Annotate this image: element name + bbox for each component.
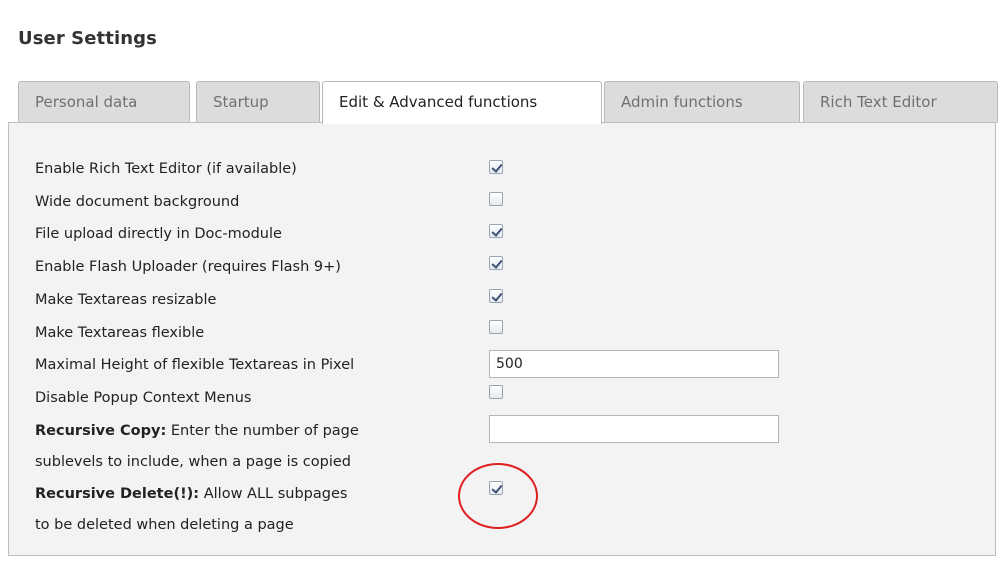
disable-popup-label: Disable Popup Context Menus xyxy=(35,390,252,406)
user-settings-page: User Settings Personal data Startup Edit… xyxy=(0,0,998,563)
highlight-circle-annotation xyxy=(458,463,538,529)
flash-uploader-checkbox[interactable] xyxy=(489,256,503,270)
max-height-label: Maximal Height of flexible Textareas in … xyxy=(35,357,355,373)
flash-uploader-label: Enable Flash Uploader (requires Flash 9+… xyxy=(35,259,341,275)
recursive-copy-label-rest: Enter the number of page xyxy=(166,423,359,439)
tab-startup[interactable]: Startup xyxy=(196,81,320,123)
tab-personal-data[interactable]: Personal data xyxy=(18,81,190,123)
enable-rte-checkbox[interactable] xyxy=(489,160,503,174)
wide-background-label: Wide document background xyxy=(35,194,240,210)
textareas-flexible-checkbox[interactable] xyxy=(489,320,503,334)
disable-popup-checkbox[interactable] xyxy=(489,385,503,399)
recursive-delete-label-rest: Allow ALL subpages xyxy=(199,486,348,502)
textareas-resizable-checkbox[interactable] xyxy=(489,289,503,303)
file-upload-doc-label: File upload directly in Doc-module xyxy=(35,226,282,242)
recursive-copy-label-bold: Recursive Copy: xyxy=(35,423,167,439)
settings-panel: Enable Rich Text Editor (if available) W… xyxy=(8,122,996,556)
tab-rich-text-editor[interactable]: Rich Text Editor xyxy=(803,81,998,123)
recursive-delete-label-bold: Recursive Delete(!): xyxy=(35,486,200,502)
recursive-copy-label-line2: sublevels to include, when a page is cop… xyxy=(35,454,351,470)
recursive-delete-label-line2: to be deleted when deleting a page xyxy=(35,517,294,533)
wide-background-checkbox[interactable] xyxy=(489,192,503,206)
settings-tabs: Personal data Startup Edit & Advanced fu… xyxy=(18,81,998,124)
tab-admin-functions[interactable]: Admin functions xyxy=(604,81,800,123)
recursive-copy-label: Recursive Copy: Enter the number of page xyxy=(35,415,359,447)
recursive-delete-checkbox[interactable] xyxy=(489,481,503,495)
recursive-delete-label: Recursive Delete(!): Allow ALL subpages xyxy=(35,478,347,510)
page-title: User Settings xyxy=(18,28,157,49)
textareas-flexible-label: Make Textareas flexible xyxy=(35,325,205,341)
file-upload-doc-checkbox[interactable] xyxy=(489,224,503,238)
max-height-input[interactable] xyxy=(489,350,779,378)
tab-edit-advanced-functions[interactable]: Edit & Advanced functions xyxy=(322,81,602,124)
recursive-copy-input[interactable] xyxy=(489,415,779,443)
enable-rte-label: Enable Rich Text Editor (if available) xyxy=(35,161,297,177)
textareas-resizable-label: Make Textareas resizable xyxy=(35,292,217,308)
